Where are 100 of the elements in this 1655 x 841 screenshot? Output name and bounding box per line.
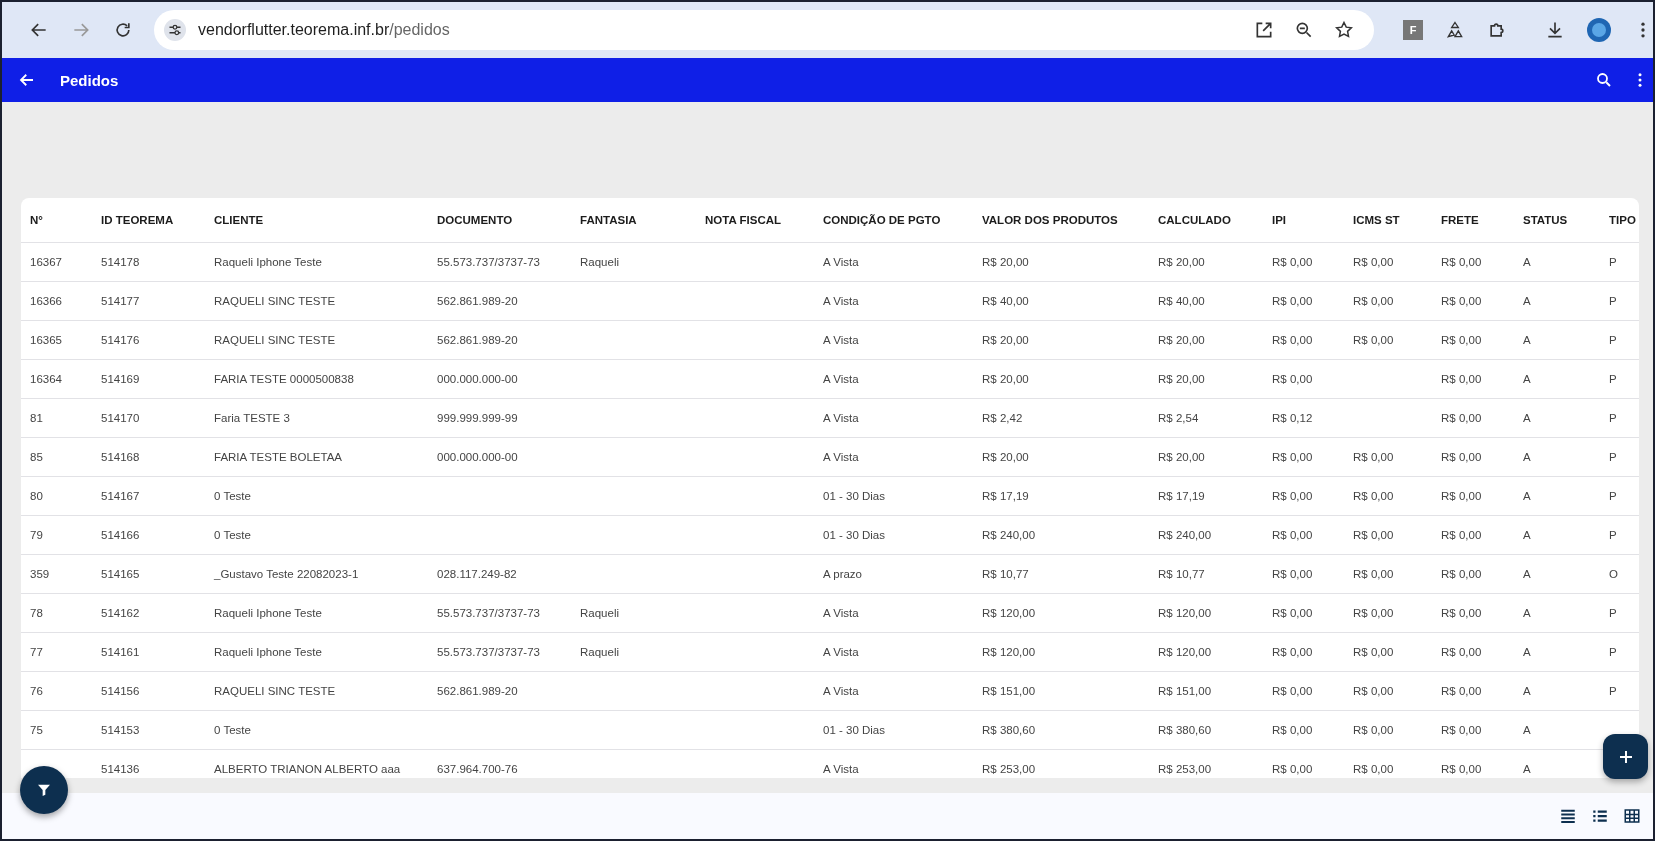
table-cell-text: 76 (29, 685, 44, 697)
column-header: ICMS ST (1352, 214, 1401, 226)
table-cell-text: R$ 0,00 (1271, 451, 1314, 463)
table-cell-text: RAQUELI SINC TESTE (213, 685, 337, 697)
table-cell-text: R$ 120,00 (1157, 646, 1213, 658)
table-cell-text: R$ 0,00 (1440, 763, 1483, 775)
table-cell-text: P (1608, 529, 1618, 541)
table-cell-text: A (1522, 724, 1532, 736)
detail-list-icon[interactable] (1591, 807, 1609, 825)
recycle-icon[interactable] (1445, 20, 1465, 40)
table-cell-text: R$ 151,00 (981, 685, 1037, 697)
column-header: DOCUMENTO (436, 214, 514, 226)
table-cell-text: R$ 120,00 (981, 607, 1037, 619)
column-header: FANTASIA (579, 214, 638, 226)
table-cell-text: R$ 20,00 (981, 451, 1030, 463)
table-cell-text: R$ 253,00 (1157, 763, 1213, 775)
column-header: STATUS (1522, 214, 1569, 226)
table-cell-text: R$ 0,00 (1440, 607, 1483, 619)
table-cell-text: 01 - 30 Dias (822, 490, 886, 502)
table-cell-text: R$ 0,00 (1352, 256, 1395, 268)
download-icon[interactable] (1545, 20, 1565, 40)
page-title: Pedidos (60, 71, 119, 89)
add-button[interactable] (1603, 734, 1648, 779)
puzzle-icon[interactable] (1487, 20, 1507, 40)
table-cell-text: A Vista (822, 763, 860, 775)
table-cell-text: R$ 20,00 (981, 334, 1030, 346)
table-cell-text: Raqueli Iphone Teste (213, 646, 323, 658)
table-cell-text: R$ 0,00 (1352, 451, 1395, 463)
table-cell-text: 01 - 30 Dias (822, 529, 886, 541)
table-cell-text: A (1522, 256, 1532, 268)
table-cell-text: A Vista (822, 607, 860, 619)
table-cell-text: 16366 (29, 295, 63, 307)
table-cell-text: R$ 0,00 (1440, 256, 1483, 268)
table-cell-text: R$ 253,00 (981, 763, 1037, 775)
address-bar[interactable]: vendorflutter.teorema.inf.br/pedidos (154, 10, 1374, 50)
search-icon[interactable] (1595, 71, 1613, 89)
table-cell-text: R$ 0,12 (1271, 412, 1314, 424)
table-cell-text: R$ 0,00 (1271, 568, 1314, 580)
table-cell-text: A (1522, 646, 1532, 658)
table-cell-text: R$ 0,00 (1352, 724, 1395, 736)
table-cell-text: A (1522, 451, 1532, 463)
zoom-out-icon[interactable] (1294, 20, 1314, 40)
table-cell-text: 0 Teste (213, 490, 252, 502)
table-cell-text: P (1608, 490, 1618, 502)
table-cell-text: R$ 17,19 (1157, 490, 1206, 502)
table-cell-text: 0 Teste (213, 724, 252, 736)
table-cell-text: 514156 (100, 685, 141, 697)
table-cell-text: 81 (29, 412, 44, 424)
table-cell-text: 16364 (29, 373, 63, 385)
filter-icon (36, 782, 52, 798)
more-vertical-icon[interactable] (1637, 71, 1643, 89)
table-cell-text: Faria TESTE 3 (213, 412, 291, 424)
table-cell-text: 55.573.737/3737-73 (436, 607, 541, 619)
table-cell-text: 514170 (100, 412, 141, 424)
profile-avatar-icon[interactable] (1587, 18, 1611, 42)
table-cell-text: 359 (29, 568, 51, 580)
table-cell-text: A Vista (822, 685, 860, 697)
table-cell-text: R$ 20,00 (1157, 373, 1206, 385)
table-cell-text: Raqueli Iphone Teste (213, 607, 323, 619)
table-cell-text: 562.861.989-20 (436, 685, 519, 697)
table-cell-text: 514168 (100, 451, 141, 463)
column-header: CLIENTE (213, 214, 265, 226)
table-cell-text: R$ 0,00 (1440, 451, 1483, 463)
table-cell-text: A Vista (822, 412, 860, 424)
column-header: ID TEOREMA (100, 214, 175, 226)
table-cell-text: R$ 0,00 (1271, 373, 1314, 385)
table-cell-text: 637.964.700-76 (436, 763, 519, 775)
table-cell-text: Raqueli Iphone Teste (213, 256, 323, 268)
column-header: VALOR DOS PRODUTOS (981, 214, 1119, 226)
extension-button[interactable]: F (1403, 20, 1423, 40)
table-cell-text: A Vista (822, 451, 860, 463)
table-cell-text: P (1608, 373, 1618, 385)
open-external-icon[interactable] (1254, 20, 1274, 40)
table-cell-text: Raqueli (579, 256, 620, 268)
table-cell-text: P (1608, 607, 1618, 619)
column-header: CONDIÇÃO DE PGTO (822, 214, 942, 226)
table-cell-text: R$ 0,00 (1440, 373, 1483, 385)
table-cell-text: R$ 380,60 (1157, 724, 1213, 736)
table-cell-text: 514162 (100, 607, 141, 619)
list-view-icon[interactable] (1559, 807, 1577, 825)
table-cell-text: R$ 0,00 (1440, 724, 1483, 736)
table-cell-text: 01 - 30 Dias (822, 724, 886, 736)
table-cell-text: A (1522, 295, 1532, 307)
table-cell-text: R$ 0,00 (1271, 256, 1314, 268)
table-cell-text: R$ 0,00 (1440, 529, 1483, 541)
table-cell-text: FARIA TESTE 0000500838 (213, 373, 355, 385)
table-cell-text: A Vista (822, 373, 860, 385)
table-cell-text: R$ 120,00 (1157, 607, 1213, 619)
table-cell-text: R$ 2,42 (981, 412, 1024, 424)
table-cell-text: R$ 240,00 (981, 529, 1037, 541)
site-settings-icon[interactable] (164, 19, 186, 41)
table-cell-text: 514166 (100, 529, 141, 541)
table-cell-text: A Vista (822, 334, 860, 346)
table-cell-text: 514165 (100, 568, 141, 580)
table-cell-text: R$ 20,00 (1157, 334, 1206, 346)
reload-icon[interactable] (113, 20, 133, 40)
table-cell-text: 514167 (100, 490, 141, 502)
star-icon[interactable] (1334, 20, 1354, 40)
grid-view-icon[interactable] (1623, 807, 1641, 825)
back-icon[interactable] (18, 71, 36, 89)
